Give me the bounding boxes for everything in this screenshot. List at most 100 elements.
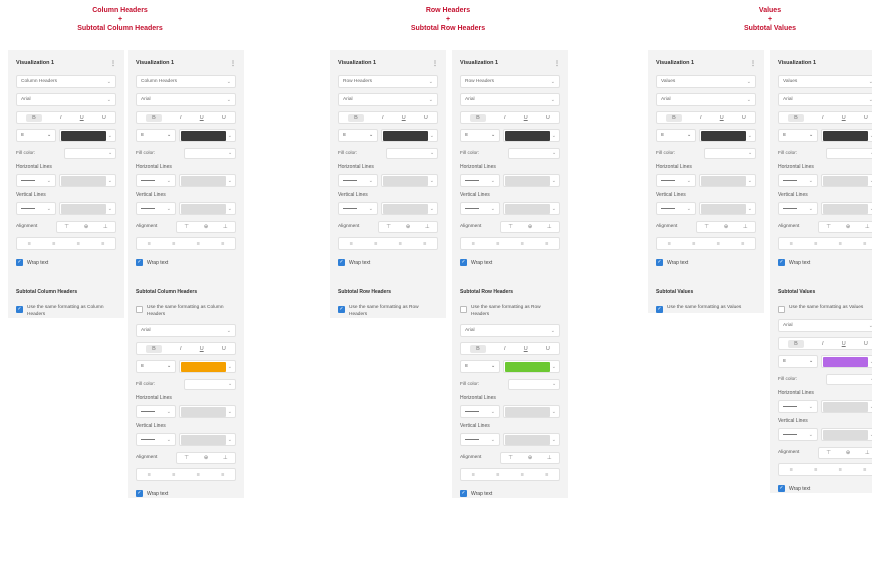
element-selector-dropdown[interactable]: Row Headers ⌄ — [338, 75, 438, 88]
font-family-dropdown[interactable]: Arial ⌄ — [656, 93, 756, 106]
underline-double-button[interactable]: U — [742, 115, 746, 121]
underline-double-button[interactable]: U — [864, 341, 868, 347]
align-right-icon[interactable]: ≡ — [521, 472, 524, 478]
text-color-picker[interactable]: ⌄ — [503, 129, 560, 142]
fill-color-picker[interactable]: ⌄ — [826, 147, 872, 159]
fill-color-picker[interactable]: ⌄ — [826, 373, 872, 385]
align-center-icon[interactable]: ≡ — [496, 241, 499, 247]
underline-button[interactable]: U — [80, 115, 84, 121]
align-justify-icon[interactable]: ≡ — [545, 241, 548, 247]
font-size-dropdown[interactable]: 8 ⌄ — [778, 129, 818, 142]
align-justify-icon[interactable]: ≡ — [863, 241, 866, 247]
align-left-icon[interactable]: ≡ — [668, 241, 671, 247]
same-formatting-checkbox[interactable]: ✓ Use the same formatting as Column Heade… — [16, 305, 116, 318]
horizontal-lines-style-dropdown[interactable]: ⌄ — [778, 400, 818, 413]
text-color-picker[interactable]: ⌄ — [59, 129, 116, 142]
vertical-lines-style-dropdown[interactable]: ⌄ — [460, 202, 500, 215]
vertical-lines-style-dropdown[interactable]: ⌄ — [778, 202, 818, 215]
align-middle-icon[interactable]: ⊕ — [528, 224, 533, 230]
more-options-icon[interactable]: ⋮ — [554, 60, 560, 67]
bold-button[interactable]: B — [788, 339, 804, 348]
align-center-icon[interactable]: ≡ — [52, 241, 55, 247]
vertical-lines-style-dropdown[interactable]: ⌄ — [136, 202, 176, 215]
font-family-dropdown[interactable]: Arial ⌄ — [778, 319, 872, 332]
align-right-icon[interactable]: ≡ — [839, 467, 842, 473]
wrap-text-checkbox[interactable]: ✓ Wrap text — [778, 484, 872, 493]
bold-button[interactable]: B — [470, 344, 486, 353]
italic-button[interactable]: I — [504, 115, 506, 121]
horizontal-lines-style-dropdown[interactable]: ⌄ — [656, 174, 696, 187]
underline-button[interactable]: U — [200, 115, 204, 121]
align-left-icon[interactable]: ≡ — [790, 241, 793, 247]
horizontal-lines-style-dropdown[interactable]: ⌄ — [16, 174, 56, 187]
underline-double-button[interactable]: U — [102, 115, 106, 121]
wrap-text-checkbox[interactable]: ✓ Wrap text — [338, 258, 438, 267]
font-size-dropdown[interactable]: 8 ⌄ — [338, 129, 378, 142]
bold-button[interactable]: B — [146, 113, 162, 122]
horizontal-lines-style-dropdown[interactable]: ⌄ — [460, 405, 500, 418]
align-right-icon[interactable]: ≡ — [717, 241, 720, 247]
italic-button[interactable]: I — [822, 341, 824, 347]
same-formatting-checkbox[interactable]: Use the same formatting as Column Header… — [136, 305, 236, 318]
underline-button[interactable]: U — [720, 115, 724, 121]
align-center-icon[interactable]: ≡ — [172, 472, 175, 478]
wrap-text-checkbox[interactable]: ✓ Wrap text — [16, 258, 116, 267]
underline-button[interactable]: U — [200, 346, 204, 352]
text-color-picker[interactable]: ⌄ — [179, 129, 236, 142]
bold-button[interactable]: B — [348, 113, 364, 122]
align-left-icon[interactable]: ≡ — [148, 472, 151, 478]
horizontal-lines-color-picker[interactable]: ⌄ — [503, 174, 560, 187]
horizontal-lines-color-picker[interactable]: ⌄ — [821, 174, 872, 187]
align-left-icon[interactable]: ≡ — [148, 241, 151, 247]
align-middle-icon[interactable]: ⊕ — [846, 450, 851, 456]
text-color-picker[interactable]: ⌄ — [381, 129, 438, 142]
bold-button[interactable]: B — [788, 113, 804, 122]
align-right-icon[interactable]: ≡ — [197, 241, 200, 247]
vertical-lines-color-picker[interactable]: ⌄ — [59, 202, 116, 215]
underline-double-button[interactable]: U — [424, 115, 428, 121]
align-center-icon[interactable]: ≡ — [692, 241, 695, 247]
underline-double-button[interactable]: U — [222, 115, 226, 121]
underline-button[interactable]: U — [842, 341, 846, 347]
italic-button[interactable]: I — [504, 346, 506, 352]
fill-color-picker[interactable]: ⌄ — [386, 147, 438, 159]
vertical-lines-color-picker[interactable]: ⌄ — [179, 433, 236, 446]
align-bottom-icon[interactable]: ⊥ — [865, 450, 870, 456]
align-left-icon[interactable]: ≡ — [28, 241, 31, 247]
font-size-dropdown[interactable]: 8 ⌄ — [656, 129, 696, 142]
align-center-icon[interactable]: ≡ — [496, 472, 499, 478]
align-center-icon[interactable]: ≡ — [814, 467, 817, 473]
font-family-dropdown[interactable]: Arial ⌄ — [460, 324, 560, 337]
align-right-icon[interactable]: ≡ — [77, 241, 80, 247]
vertical-lines-color-picker[interactable]: ⌄ — [699, 202, 756, 215]
more-options-icon[interactable]: ⋮ — [230, 60, 236, 67]
align-right-icon[interactable]: ≡ — [399, 241, 402, 247]
align-middle-icon[interactable]: ⊕ — [204, 455, 209, 461]
horizontal-lines-style-dropdown[interactable]: ⌄ — [136, 174, 176, 187]
same-formatting-checkbox[interactable]: Use the same formatting as Values — [778, 305, 872, 313]
fill-color-picker[interactable]: ⌄ — [184, 147, 236, 159]
vertical-lines-color-picker[interactable]: ⌄ — [503, 202, 560, 215]
align-bottom-icon[interactable]: ⊥ — [223, 224, 228, 230]
element-selector-dropdown[interactable]: Column Headers ⌄ — [16, 75, 116, 88]
align-bottom-icon[interactable]: ⊥ — [547, 224, 552, 230]
more-options-icon[interactable]: ⋮ — [110, 60, 116, 67]
align-left-icon[interactable]: ≡ — [350, 241, 353, 247]
wrap-text-checkbox[interactable]: ✓ Wrap text — [460, 489, 560, 498]
align-justify-icon[interactable]: ≡ — [741, 241, 744, 247]
align-bottom-icon[interactable]: ⊥ — [223, 455, 228, 461]
font-size-dropdown[interactable]: 8 ⌄ — [16, 129, 56, 142]
fill-color-picker[interactable]: ⌄ — [704, 147, 756, 159]
wrap-text-checkbox[interactable]: ✓ Wrap text — [460, 258, 560, 267]
more-options-icon[interactable]: ⋮ — [432, 60, 438, 67]
align-justify-icon[interactable]: ≡ — [221, 241, 224, 247]
font-family-dropdown[interactable]: Arial ⌄ — [778, 93, 872, 106]
align-top-icon[interactable]: ⊤ — [184, 455, 189, 461]
align-center-icon[interactable]: ≡ — [172, 241, 175, 247]
align-right-icon[interactable]: ≡ — [521, 241, 524, 247]
font-family-dropdown[interactable]: Arial ⌄ — [460, 93, 560, 106]
align-bottom-icon[interactable]: ⊥ — [865, 224, 870, 230]
underline-button[interactable]: U — [402, 115, 406, 121]
bold-button[interactable]: B — [470, 113, 486, 122]
text-color-picker[interactable]: ⌄ — [699, 129, 756, 142]
